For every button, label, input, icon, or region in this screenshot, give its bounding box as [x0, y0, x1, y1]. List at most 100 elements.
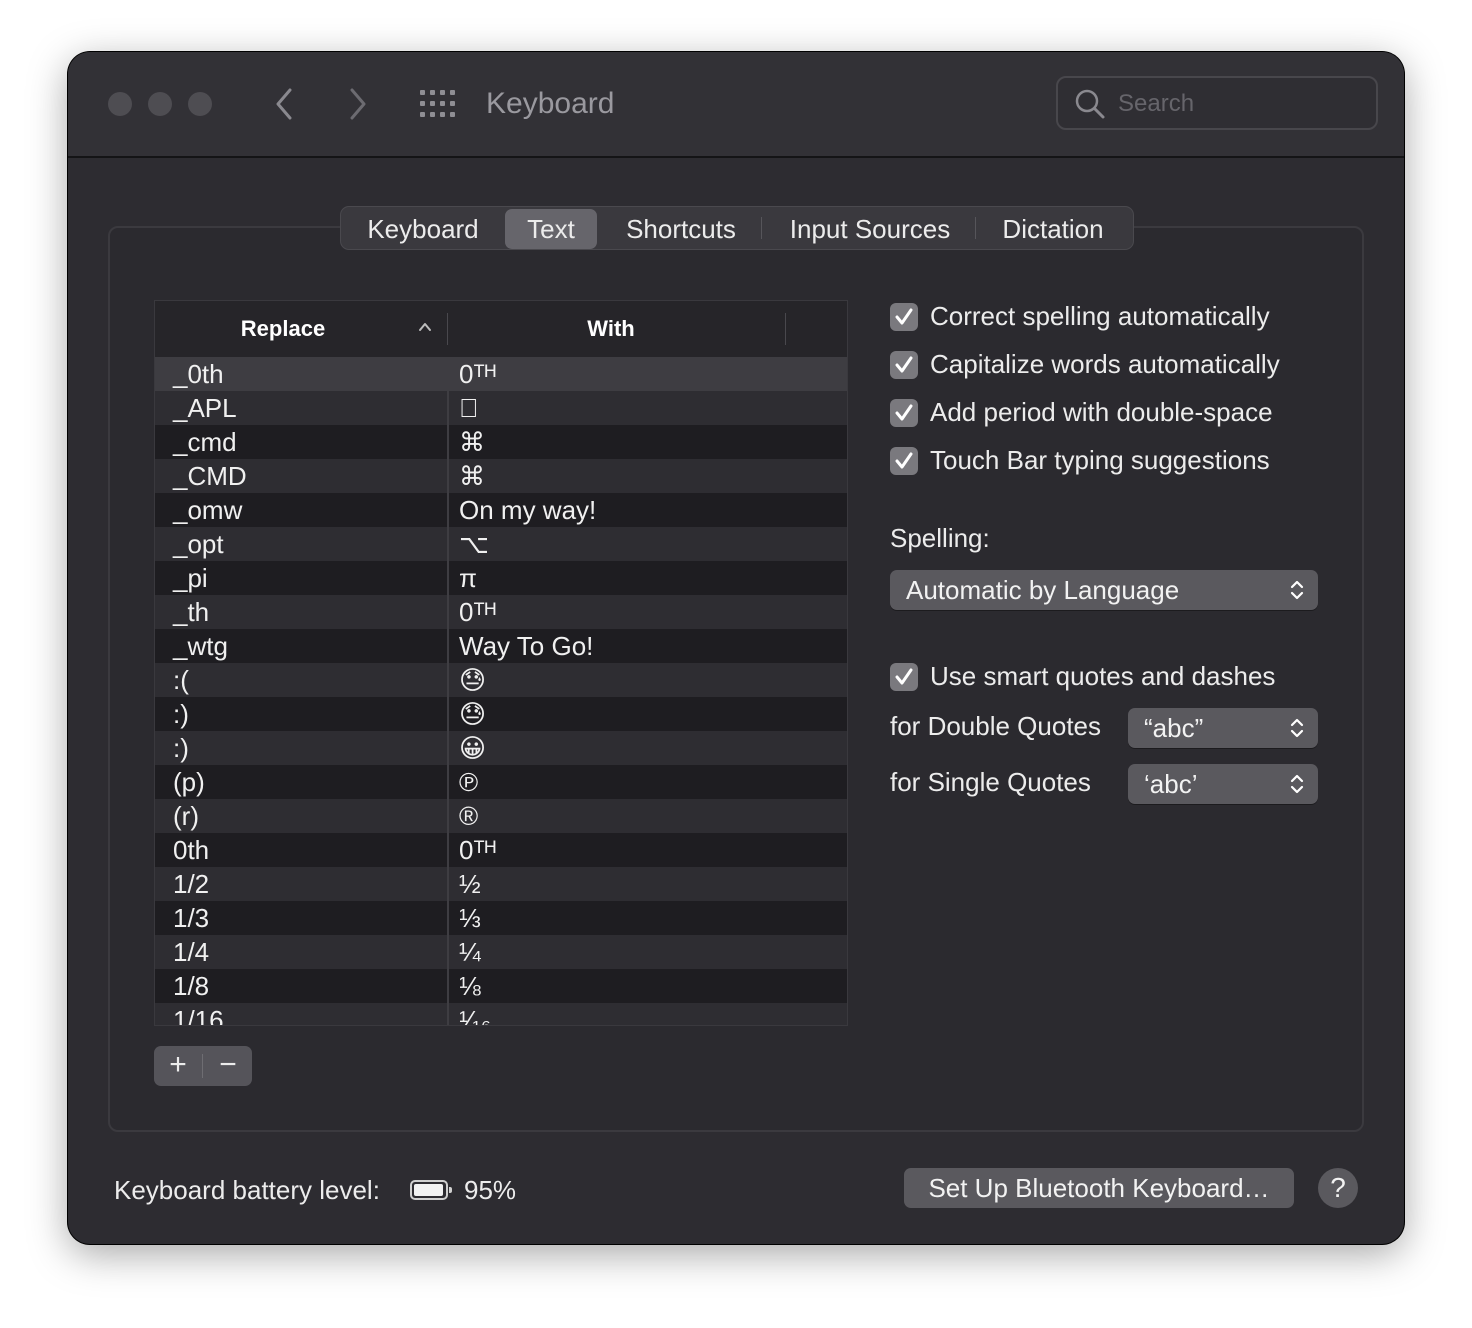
- add-button[interactable]: +: [154, 1046, 202, 1086]
- replace-cell[interactable]: _omw: [173, 493, 242, 527]
- replace-cell[interactable]: (r): [173, 799, 199, 833]
- column-header-replace[interactable]: Replace: [155, 301, 411, 357]
- with-cell[interactable]: ℗: [459, 765, 478, 799]
- with-cell[interactable]: π: [459, 561, 477, 595]
- replace-cell[interactable]: _opt: [173, 527, 224, 561]
- add-period-checkbox[interactable]: [890, 399, 918, 427]
- with-cell[interactable]: 0ᵀᴴ: [459, 357, 496, 391]
- with-cell[interactable]: ⌥: [459, 527, 489, 561]
- tab-separator: [761, 217, 762, 239]
- table-row[interactable]: 1/8 ⅛: [155, 969, 847, 1003]
- touch-bar-label: Touch Bar typing suggestions: [930, 445, 1270, 475]
- table-row[interactable]: 0th 0ᵀᴴ: [155, 833, 847, 867]
- replace-cell[interactable]: _wtg: [173, 629, 228, 663]
- table-row[interactable]: 1/2 ½: [155, 867, 847, 901]
- back-button[interactable]: [266, 84, 302, 124]
- close-button[interactable]: [108, 92, 132, 116]
- tab-text[interactable]: Text: [505, 209, 597, 249]
- tab-keyboard[interactable]: Keyboard: [349, 209, 497, 249]
- table-row[interactable]: _wtg Way To Go!: [155, 629, 847, 663]
- capitalize-words-checkbox[interactable]: [890, 351, 918, 379]
- with-cell[interactable]: ¼: [459, 935, 481, 969]
- column-divider[interactable]: [447, 313, 448, 345]
- help-button[interactable]: ?: [1318, 1168, 1358, 1208]
- replace-cell[interactable]: _CMD: [173, 459, 247, 493]
- battery-icon: [410, 1180, 452, 1200]
- replace-cell[interactable]: _th: [173, 595, 209, 629]
- table-row[interactable]: :( 😓: [155, 663, 847, 697]
- replace-cell[interactable]: _APL: [173, 391, 237, 425]
- search-field[interactable]: [1056, 76, 1378, 130]
- replace-cell[interactable]: :): [173, 731, 189, 765]
- replace-cell[interactable]: _cmd: [173, 425, 237, 459]
- replace-cell[interactable]: 1/8: [173, 969, 209, 1003]
- table-row[interactable]: 1/4 ¼: [155, 935, 847, 969]
- tab-shortcuts[interactable]: Shortcuts: [607, 209, 755, 249]
- zoom-button[interactable]: [188, 92, 212, 116]
- with-cell[interactable]: 😓: [459, 663, 486, 697]
- replace-cell[interactable]: 1/3: [173, 901, 209, 935]
- column-header-with[interactable]: With: [449, 301, 773, 357]
- smart-quotes-checkbox[interactable]: [890, 663, 918, 691]
- forward-button[interactable]: [340, 84, 376, 124]
- table-row[interactable]: _CMD ⌘: [155, 459, 847, 493]
- with-cell[interactable]: ⌘: [459, 425, 485, 459]
- table-row[interactable]: :) 😀: [155, 731, 847, 765]
- column-separator: [447, 901, 449, 935]
- replace-cell[interactable]: 1/2: [173, 867, 209, 901]
- tab-input-sources[interactable]: Input Sources: [769, 209, 971, 249]
- table-row[interactable]: (p) ℗: [155, 765, 847, 799]
- text-replacements-table[interactable]: Replace With _0th 0ᵀᴴ _APL  _cmd ⌘ _CMD ⌘ _omw O…: [154, 300, 848, 1026]
- with-cell[interactable]: 0ᵀᴴ: [459, 595, 496, 629]
- table-row[interactable]: _opt ⌥: [155, 527, 847, 561]
- spelling-select[interactable]: Automatic by Language: [890, 570, 1318, 610]
- with-cell[interactable]: ½: [459, 867, 481, 901]
- replace-cell[interactable]: 1/4: [173, 935, 209, 969]
- search-icon: [1075, 89, 1105, 119]
- with-cell[interactable]: ⌘: [459, 459, 485, 493]
- with-cell[interactable]: ¹⁄₁₆: [459, 1003, 491, 1025]
- with-cell[interactable]: ®: [459, 799, 478, 833]
- double-quotes-select[interactable]: “abc”: [1128, 708, 1318, 748]
- tab-dictation[interactable]: Dictation: [983, 209, 1123, 249]
- table-row[interactable]: 1/3 ⅓: [155, 901, 847, 935]
- battery-percentage: 95%: [464, 1175, 517, 1205]
- chevron-right-icon: [350, 88, 366, 120]
- table-row[interactable]: _pi π: [155, 561, 847, 595]
- table-row[interactable]: _APL : [155, 391, 847, 425]
- column-divider[interactable]: [785, 313, 786, 345]
- table-row[interactable]: _omw On my way!: [155, 493, 847, 527]
- table-row[interactable]: _th 0ᵀᴴ: [155, 595, 847, 629]
- table-row[interactable]: 1/16 ¹⁄₁₆: [155, 1003, 847, 1025]
- table-row[interactable]: :) 😓: [155, 697, 847, 731]
- with-cell[interactable]: ⅛: [459, 969, 481, 1003]
- replace-cell[interactable]: _pi: [173, 561, 208, 595]
- replace-cell[interactable]: :): [173, 697, 189, 731]
- replace-cell[interactable]: 0th: [173, 833, 209, 867]
- table-header: Replace With: [155, 301, 847, 358]
- with-cell[interactable]: On my way!: [459, 493, 596, 527]
- setup-bluetooth-keyboard-button[interactable]: Set Up Bluetooth Keyboard…: [904, 1168, 1294, 1208]
- table-row[interactable]: _cmd ⌘: [155, 425, 847, 459]
- with-cell[interactable]: 😀: [459, 731, 486, 765]
- minimize-button[interactable]: [148, 92, 172, 116]
- with-cell[interactable]: 😓: [459, 697, 486, 731]
- show-all-grid-icon[interactable]: [420, 90, 456, 118]
- column-separator: [447, 391, 449, 425]
- table-row[interactable]: _0th 0ᵀᴴ: [155, 357, 847, 391]
- column-separator: [447, 357, 449, 391]
- single-quotes-select[interactable]: ‘abc’: [1128, 764, 1318, 804]
- with-cell[interactable]: ⅓: [459, 901, 481, 935]
- remove-button[interactable]: −: [204, 1046, 252, 1086]
- touch-bar-checkbox[interactable]: [890, 447, 918, 475]
- replace-cell[interactable]: _0th: [173, 357, 224, 391]
- table-row[interactable]: (r) ®: [155, 799, 847, 833]
- with-cell[interactable]: Way To Go!: [459, 629, 593, 663]
- correct-spelling-checkbox[interactable]: [890, 303, 918, 331]
- search-input[interactable]: [1116, 86, 1360, 122]
- replace-cell[interactable]: 1/16: [173, 1003, 224, 1025]
- replace-cell[interactable]: (p): [173, 765, 205, 799]
- with-cell[interactable]: : [459, 391, 479, 425]
- with-cell[interactable]: 0ᵀᴴ: [459, 833, 496, 867]
- replace-cell[interactable]: :(: [173, 663, 189, 697]
